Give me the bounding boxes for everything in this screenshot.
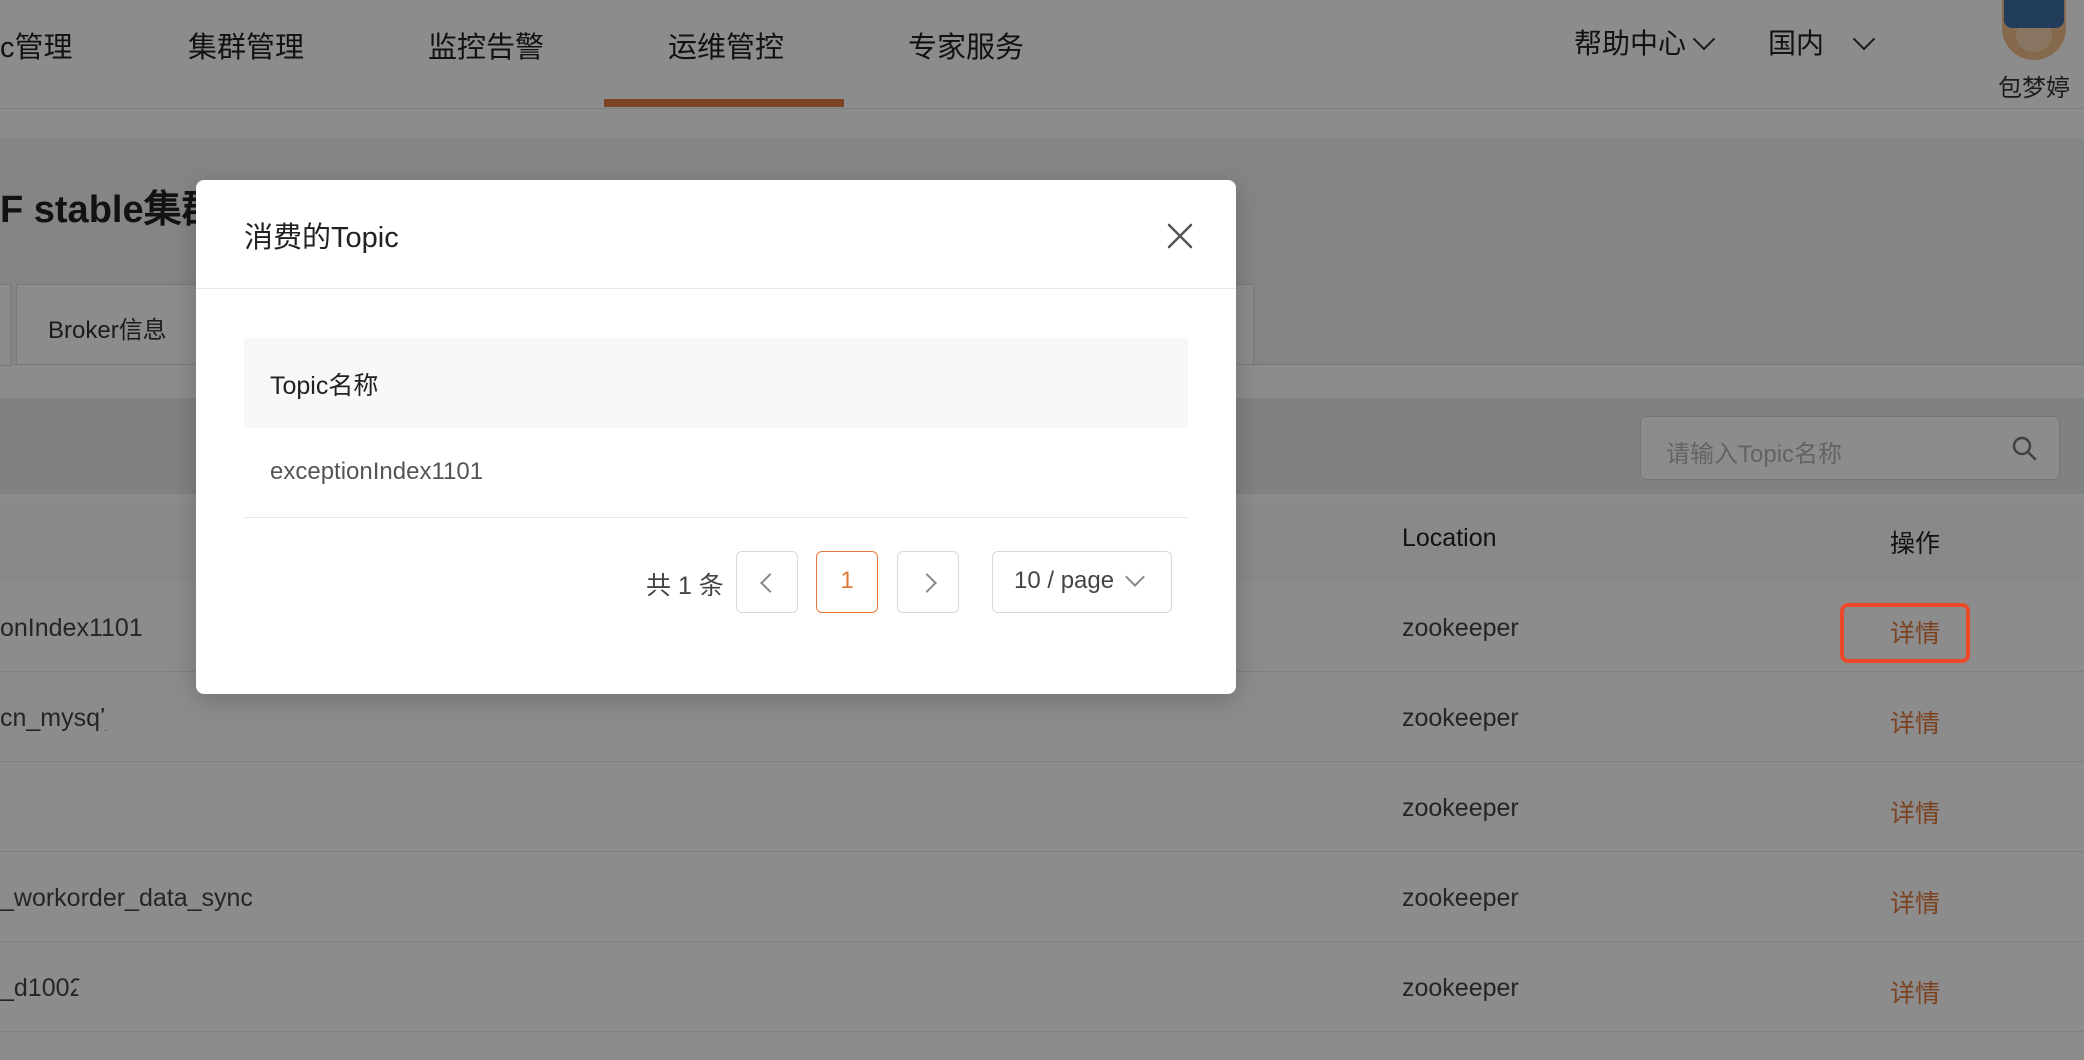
- pagination-total: 共 1 条: [646, 572, 724, 600]
- pagination-next-button[interactable]: [897, 551, 959, 613]
- page-size-label: 10 / page: [1014, 567, 1115, 594]
- pagination-current-page: 1: [840, 567, 854, 594]
- modal-title: 消费的Topic: [244, 222, 399, 254]
- chevron-left-icon: [760, 573, 780, 593]
- close-icon[interactable]: [1166, 222, 1194, 250]
- modal-table-header: [244, 338, 1188, 429]
- highlight-annotation: [1840, 603, 1970, 663]
- pagination-prev-button[interactable]: [736, 551, 798, 613]
- modal-topic-cell: exceptionIndex1101: [270, 458, 484, 485]
- column-topic-name: Topic名称: [270, 372, 379, 400]
- modal-divider: [196, 288, 1236, 289]
- chevron-right-icon: [917, 573, 937, 593]
